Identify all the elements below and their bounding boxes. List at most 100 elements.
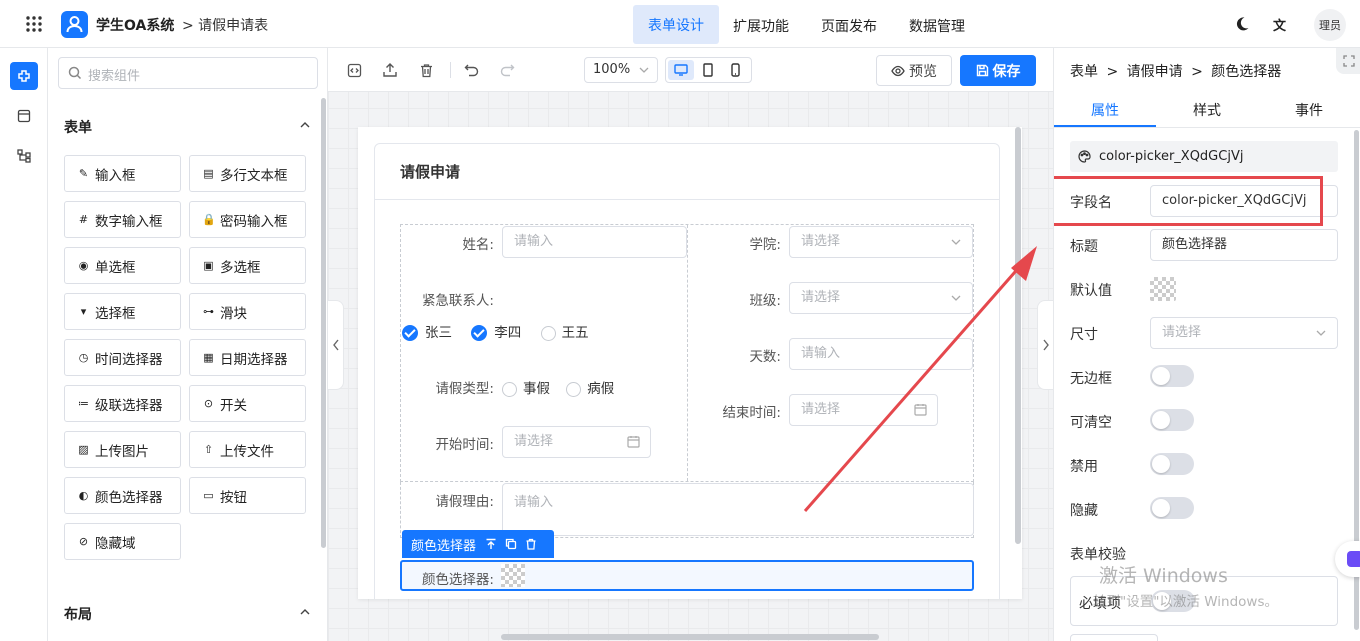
nav-tab-publish[interactable]: 页面发布 [821,16,877,36]
clearable-switch[interactable] [1150,409,1194,431]
disabled-switch[interactable] [1150,453,1194,475]
move-top-icon[interactable] [485,538,497,550]
canvas-horizontal-scrollbar[interactable] [501,634,879,640]
collapse-right-handle[interactable] [1037,300,1053,390]
chevron-down-icon [638,64,650,76]
nav-tab-data[interactable]: 数据管理 [909,16,965,36]
leave-type-option[interactable]: 事假 [502,381,550,397]
start-time-label: 开始时间: [435,437,494,453]
palette-item[interactable]: ▣ 多选框 [189,247,306,284]
class-placeholder: 请选择 [801,290,841,305]
zoom-select[interactable]: 100% [584,57,658,83]
assistant-glyph [1347,551,1360,567]
contact-option[interactable]: 张三 [402,325,452,341]
default-color-swatch[interactable] [1150,277,1176,301]
code-icon[interactable] [17,109,31,123]
search-placeholder: 搜索组件 [88,69,141,84]
avatar[interactable]: 理员 [1314,9,1346,41]
palette-item[interactable]: 🔒 密码输入框 [189,201,306,238]
palette-item[interactable]: ▭ 按钮 [189,477,306,514]
trash-icon[interactable] [417,61,435,79]
contact-label: 紧急联系人: [421,293,494,309]
chevron-down-icon [950,292,962,304]
delete-icon[interactable] [525,538,537,550]
collapse-layout-icon[interactable] [299,606,311,618]
grid-layout[interactable]: 姓名: 请输入 紧急联系人: 张三 李四 王五 请假类型: 事假 病假 开始时间… [400,224,974,482]
required-switch[interactable] [1151,590,1195,612]
college-select[interactable]: 请选择 [789,226,973,258]
name-input[interactable]: 请输入 [502,226,687,258]
color-swatch[interactable] [501,564,525,587]
nav-tab-form-design[interactable]: 表单设计 [633,5,719,44]
tab-style[interactable]: 样式 [1156,100,1258,120]
palette-item[interactable]: ◐ 颜色选择器 [64,477,181,514]
copy-icon[interactable] [505,538,517,550]
checked-icon [402,325,418,341]
preview-label: 预览 [909,63,937,80]
color-picker-field[interactable]: 颜色选择器: [400,560,974,591]
title-input[interactable]: 颜色选择器 [1150,229,1338,261]
validation-add-row[interactable] [1070,634,1158,641]
palette-item[interactable]: ⊶ 滑块 [189,293,306,330]
end-time-placeholder: 请选择 [801,402,841,417]
save-button[interactable]: 保存 [960,55,1036,86]
contact-option[interactable]: 李四 [471,325,521,341]
page-breadcrumb[interactable]: > 请假申请表 [182,15,268,35]
leave-type-option[interactable]: 病假 [566,381,614,397]
collapse-left-handle[interactable] [328,300,344,390]
borderless-switch[interactable] [1150,365,1194,387]
end-time-input[interactable]: 请选择 [789,394,938,426]
breadcrumb-item[interactable]: 颜色选择器 [1211,64,1281,80]
components-icon[interactable] [10,62,38,90]
palette-item[interactable]: # 数字输入框 [64,201,181,238]
days-input[interactable]: 请输入 [789,338,973,370]
class-select[interactable]: 请选择 [789,282,973,314]
palette-item[interactable]: ⇧ 上传文件 [189,431,306,468]
size-select[interactable]: 请选择 [1150,317,1338,349]
validation-box: 必填项 [1070,576,1338,626]
hidden-switch[interactable] [1150,497,1194,519]
mobile-icon[interactable] [731,63,740,77]
tab-events[interactable]: 事件 [1258,100,1360,120]
color-picker-label: 颜色选择器: [421,572,494,588]
fullscreen-icon[interactable] [1336,48,1360,74]
palette-item[interactable]: ✎ 输入框 [64,155,181,192]
start-time-input[interactable]: 请选择 [502,426,651,458]
code-view-icon[interactable] [345,61,363,79]
tablet-icon[interactable] [703,63,713,77]
palette-item[interactable]: ◷ 时间选择器 [64,339,181,376]
palette-item[interactable]: ▾ 选择框 [64,293,181,330]
contact-option[interactable]: 王五 [540,325,589,341]
translate-icon[interactable]: 文 [1273,15,1291,34]
preview-button[interactable]: 预览 [876,55,952,86]
props-tabs: 属性 样式 事件 [1054,89,1360,128]
collapse-form-icon[interactable] [299,119,311,131]
palette-item[interactable]: ≔ 级联选择器 [64,385,181,422]
palette-item[interactable]: ⊙ 开关 [189,385,306,422]
tree-icon[interactable] [17,149,31,163]
palette-icon [1078,150,1091,163]
canvas-toolbar: 100% 预览 保存 [328,48,1053,92]
tab-properties[interactable]: 属性 [1054,100,1156,120]
nav-tab-extensions[interactable]: 扩展功能 [733,16,789,36]
breadcrumb-item[interactable]: 请假申请 [1127,64,1183,80]
desktop-icon[interactable] [668,60,694,80]
palette-item[interactable]: ◉ 单选框 [64,247,181,284]
palette-item[interactable]: ▨ 上传图片 [64,431,181,468]
reason-placeholder: 请输入 [514,495,554,510]
floating-assistant-icon[interactable] [1335,541,1360,577]
palette-item[interactable]: ▤ 多行文本框 [189,155,306,192]
redo-icon[interactable] [498,61,516,79]
moon-icon[interactable] [1234,16,1250,32]
undo-icon[interactable] [462,61,480,79]
reason-textarea[interactable]: 请输入 [502,483,974,536]
app-grid-icon[interactable] [25,15,43,33]
palette-item[interactable]: ▦ 日期选择器 [189,339,306,376]
palette-item[interactable]: ⊘ 隐藏域 [64,523,181,560]
palette-item-label: 时间选择器 [95,351,163,368]
upload-icon[interactable] [381,61,399,79]
search-box[interactable]: 搜索组件 [58,57,318,89]
canvas-vertical-scrollbar[interactable] [1015,127,1021,544]
palette-scrollbar[interactable] [321,98,326,548]
breadcrumb-item[interactable]: 表单 [1070,64,1098,80]
